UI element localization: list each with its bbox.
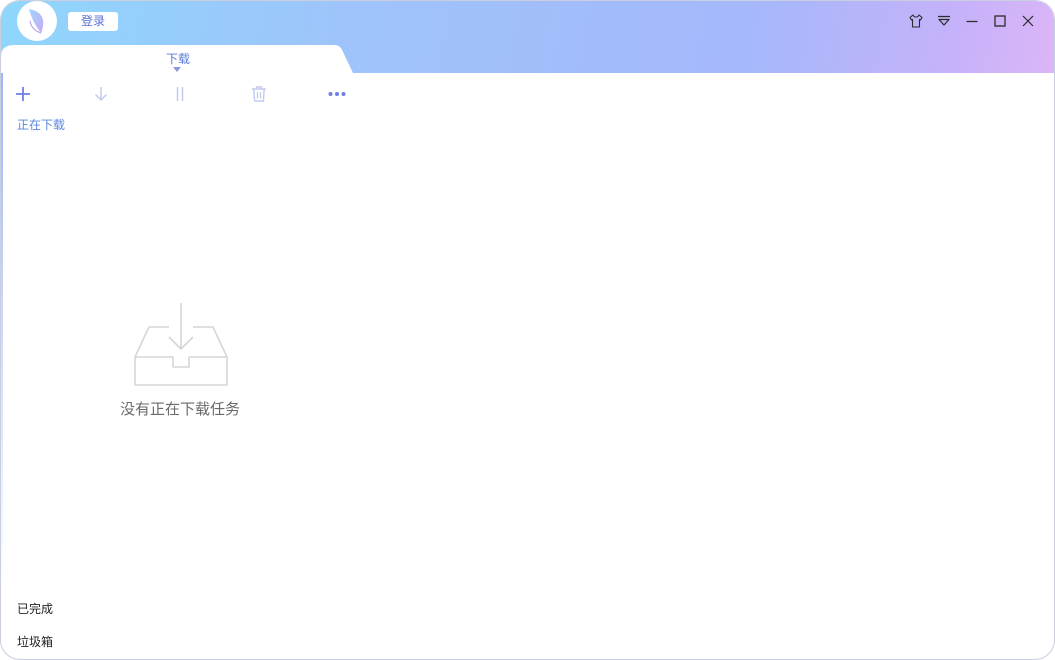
pause-icon xyxy=(176,87,184,101)
app-logo xyxy=(17,1,57,41)
skin-shirt-icon[interactable] xyxy=(902,12,930,30)
dropdown-menu-icon[interactable] xyxy=(930,12,958,30)
minimize-icon[interactable] xyxy=(958,12,986,30)
maximize-icon[interactable] xyxy=(986,12,1014,30)
pause-download-button[interactable] xyxy=(169,83,191,105)
tab-caret-icon xyxy=(173,67,181,72)
section-completed[interactable]: 已完成 xyxy=(17,600,53,617)
tab-download[interactable]: 下载 xyxy=(1,43,353,73)
more-dots-icon xyxy=(328,92,346,96)
plus-icon xyxy=(16,87,30,101)
empty-inbox-icon xyxy=(134,303,228,386)
start-download-button[interactable] xyxy=(90,83,112,105)
delete-download-button[interactable] xyxy=(248,83,270,105)
login-button[interactable]: 登录 xyxy=(68,12,118,31)
new-download-button[interactable] xyxy=(12,83,34,105)
app-window: 登录 下载 正在下载 没有正在下载任务 已完成 垃圾箱 xyxy=(0,0,1055,660)
close-icon[interactable] xyxy=(1014,12,1042,30)
trash-icon xyxy=(252,86,266,102)
tab-download-label: 下载 xyxy=(165,52,190,66)
more-options-button[interactable] xyxy=(326,83,348,105)
left-accent-line xyxy=(1,73,3,593)
section-downloading[interactable]: 正在下载 xyxy=(17,116,65,133)
download-arrow-icon xyxy=(94,87,108,102)
section-trash[interactable]: 垃圾箱 xyxy=(17,633,53,650)
window-controls xyxy=(902,12,1042,30)
empty-state-message: 没有正在下载任务 xyxy=(119,400,240,418)
